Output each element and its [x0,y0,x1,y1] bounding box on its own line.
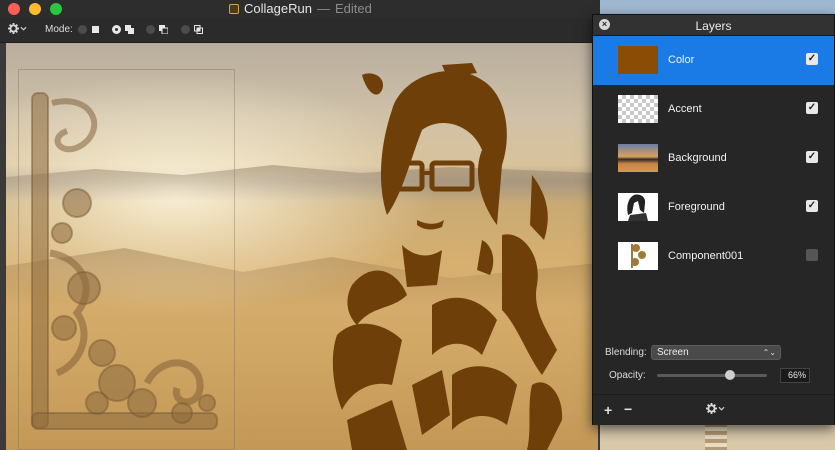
gear-icon [8,23,19,34]
chevron-updown-icon: ⌃⌄ [762,348,776,357]
app-window: CollageRun — Edited Mode: [0,0,600,450]
layer-visibility-checkbox[interactable]: ✓ [806,200,818,212]
remove-layer-button[interactable]: − [624,401,632,417]
layer-actions-menu-button[interactable] [706,403,725,414]
opacity-slider[interactable] [657,370,767,380]
layer-row-color[interactable]: Color ✓ [593,36,834,85]
mode-radio[interactable] [181,25,190,34]
layer-name: Color [668,54,695,66]
blending-row: Blending: Screen ⌃⌄ [605,345,781,360]
layer-thumbnail [618,46,658,74]
mode-option-4[interactable] [181,25,203,34]
portrait-silhouette-image [332,63,563,450]
opacity-row: Opacity: 66% [609,368,810,383]
mode-intersect-icon [194,25,203,34]
document-icon [229,3,239,14]
layer-name: Background [668,152,727,164]
layer-thumbnail [618,242,658,270]
minimize-window-button[interactable] [29,3,41,15]
zoom-window-button[interactable] [50,3,62,15]
opacity-value-field[interactable]: 66% [780,368,810,383]
blending-label: Blending: [605,347,647,358]
layers-panel-header: × Layers [593,15,834,36]
layer-name: Component001 [668,250,744,262]
mode-overlap-icon [125,25,134,34]
gear-icon [706,403,717,414]
floral-ornament-image [31,92,218,430]
layer-row-background[interactable]: Background ✓ [593,134,834,183]
layer-visibility-checkbox[interactable]: ✓ [806,102,818,114]
layers-panel: × Layers Color ✓ Accent ✓ Background ✓ F… [592,14,835,425]
action-menu-button[interactable] [8,23,27,34]
layer-thumbnail [618,144,658,172]
layer-row-foreground[interactable]: Foreground ✓ [593,183,834,232]
toolbar: Mode: [0,18,600,43]
layers-panel-title: Layers [695,19,732,33]
canvas-area [0,43,600,450]
close-window-button[interactable] [8,3,20,15]
layer-visibility-checkbox[interactable] [806,249,818,261]
blending-mode-select[interactable]: Screen ⌃⌄ [651,345,781,360]
add-layer-button[interactable]: + [604,402,612,418]
collage-canvas[interactable] [6,43,598,450]
mode-label: Mode: [45,24,73,35]
mode-radio-selected[interactable] [112,25,121,34]
title-separator: — [316,1,330,16]
layer-thumbnail [618,95,658,123]
document-status: Edited [334,1,372,16]
app-title: CollageRun [244,1,312,16]
layers-panel-footer: + − [593,394,834,425]
mode-option-1[interactable] [78,25,100,34]
layer-name: Accent [668,103,702,115]
mode-option-2[interactable] [112,25,134,34]
mode-square-icon [92,26,99,33]
chevron-down-icon [718,406,725,411]
title-bar: CollageRun — Edited [0,0,600,18]
blending-mode-value: Screen [657,347,689,358]
layer-visibility-checkbox[interactable]: ✓ [806,53,818,65]
layer-row-accent[interactable]: Accent ✓ [593,85,834,134]
opacity-label: Opacity: [609,370,646,381]
mode-radio[interactable] [146,25,155,34]
layer-list: Color ✓ Accent ✓ Background ✓ Foreground… [593,36,834,281]
window-title: CollageRun — Edited [229,1,372,16]
ornament-thumbnail-image [631,244,646,268]
layer-thumbnail [618,193,658,221]
portrait-thumbnail-image [627,194,648,221]
mode-radio[interactable] [78,25,87,34]
layer-visibility-checkbox[interactable]: ✓ [806,151,818,163]
layer-row-component001[interactable]: Component001 [593,232,834,281]
mode-subtract-icon [159,25,168,34]
opacity-slider-knob[interactable] [724,370,735,380]
mode-option-3[interactable] [146,25,168,34]
layer-name: Foreground [668,201,725,213]
chevron-down-icon [20,26,27,31]
